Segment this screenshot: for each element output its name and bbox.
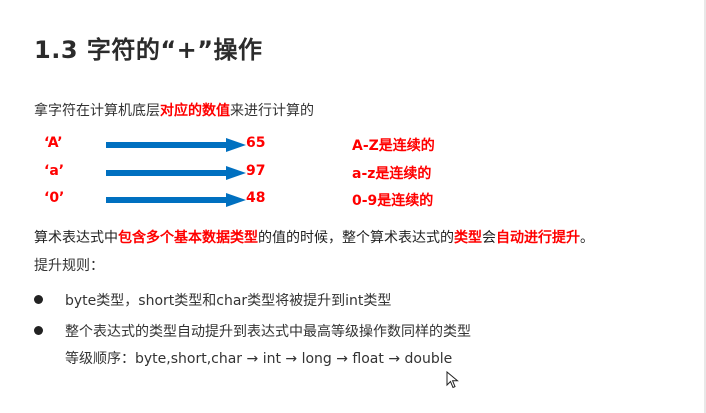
mapping-code: 65 [246, 135, 266, 151]
mapping-code: 48 [246, 190, 266, 206]
mapping-char: ‘0’ [44, 190, 65, 206]
promotion-part: 的值的时候，整个算术表达式的 [258, 230, 454, 246]
mapping-code: 97 [246, 163, 266, 179]
intro-prefix: 拿字符在计算机底层 [34, 103, 160, 119]
mapping-note: a-z是连续的 [352, 166, 432, 182]
promotion-highlight: 包含多个基本数据类型 [118, 230, 258, 246]
mouse-pointer-icon [446, 371, 459, 389]
promotion-highlight: 类型 [454, 230, 482, 246]
mapping-note: A-Z是连续的 [352, 138, 435, 154]
promotion-part: 。 [580, 230, 594, 246]
right-arrow-icon [106, 138, 246, 152]
list-item-text: byte类型，short类型和char类型将被提升到int类型 [65, 293, 392, 309]
promotion-highlight: 自动进行提升 [496, 230, 580, 246]
rules-label: 提升规则： [34, 258, 104, 274]
order-text: 等级顺序：byte,short,char → int → long → floa… [65, 351, 453, 367]
right-arrow-icon [106, 166, 246, 180]
promotion-part: 会 [482, 230, 496, 246]
list-item-text: 整个表达式的类型自动提升到表达式中最高等级操作数同样的类型 [65, 324, 471, 340]
page-title: 1.3 字符的“+”操作 [34, 36, 263, 64]
bullet-icon [34, 295, 43, 304]
bullet-icon [34, 326, 43, 335]
intro-suffix: 来进行计算的 [230, 103, 314, 119]
mapping-note: 0-9是连续的 [352, 193, 434, 209]
mapping-char: ‘a’ [44, 163, 65, 179]
promotion-part: 算术表达式中 [34, 230, 118, 246]
promotion-text: 算术表达式中包含多个基本数据类型的值的时候，整个算术表达式的类型会自动进行提升。 [34, 227, 594, 247]
intro-highlight: 对应的数值 [160, 103, 230, 119]
mapping-char: ‘A’ [44, 135, 63, 151]
right-arrow-icon [106, 193, 246, 207]
intro-text: 拿字符在计算机底层对应的数值来进行计算的 [34, 100, 314, 120]
